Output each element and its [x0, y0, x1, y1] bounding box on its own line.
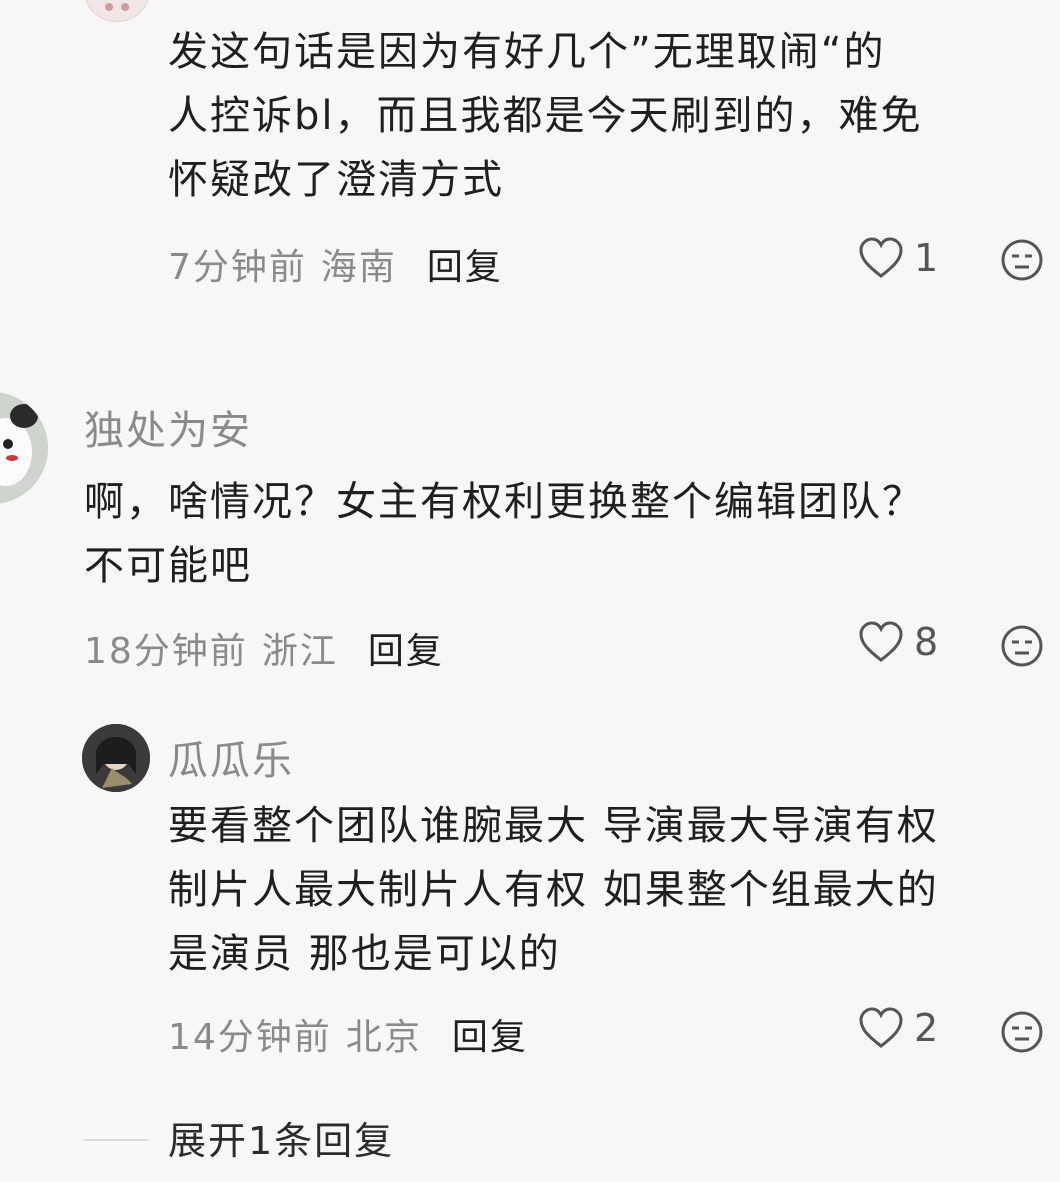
timestamp: 18分钟前 [84, 631, 248, 672]
reply-button[interactable]: 回复 [368, 631, 444, 672]
like-button[interactable]: 1 [858, 236, 938, 280]
like-count: 1 [914, 236, 939, 280]
dislike-button[interactable] [1000, 624, 1044, 672]
like-button[interactable]: 2 [858, 1006, 938, 1050]
dislike-button[interactable] [1000, 238, 1044, 286]
neutral-face-icon [1001, 625, 1043, 667]
username[interactable]: 瓜瓜乐 [168, 728, 294, 786]
location: 浙江 [261, 631, 338, 672]
comment-meta: 7分钟前 海南 回复 [168, 238, 503, 290]
comment-meta: 18分钟前 浙江 回复 [84, 622, 444, 674]
expand-replies-button[interactable]: 展开1条回复 [168, 1110, 394, 1165]
dislike-button[interactable] [1000, 1010, 1044, 1058]
like-button[interactable]: 8 [858, 620, 938, 664]
like-count: 2 [914, 1006, 939, 1050]
location: 海南 [320, 247, 397, 288]
comment-content: 要看整个团队谁腕最大 导演最大导演有权 制片人最大制片人有权 如果整个组最大的 … [168, 803, 939, 977]
comment-content: 啊，啥情况？女主有权利更换整个编辑团队？ 不可能吧 [84, 479, 924, 589]
comment-meta: 14分钟前 北京 回复 [168, 1008, 528, 1060]
divider [84, 1139, 148, 1141]
username[interactable]: 独处为安 [84, 398, 252, 456]
reply-button[interactable]: 回复 [427, 247, 503, 288]
heart-outline-icon [859, 1007, 903, 1048]
neutral-face-icon [1001, 239, 1043, 281]
avatar[interactable] [82, 724, 150, 792]
timestamp: 14分钟前 [168, 1017, 332, 1058]
reply-button[interactable]: 回复 [452, 1017, 528, 1058]
location: 北京 [345, 1017, 422, 1058]
like-count: 8 [914, 620, 939, 664]
neutral-face-icon [1001, 1011, 1043, 1053]
comment-content: 发这句话是因为有好几个”无理取闹“的 人控诉bl，而且我都是今天刷到的，难免 怀… [168, 29, 923, 203]
heart-outline-icon [859, 237, 903, 278]
avatar[interactable] [0, 392, 48, 504]
heart-outline-icon [859, 621, 903, 662]
timestamp: 7分钟前 [168, 247, 307, 288]
avatar[interactable] [84, 0, 150, 22]
